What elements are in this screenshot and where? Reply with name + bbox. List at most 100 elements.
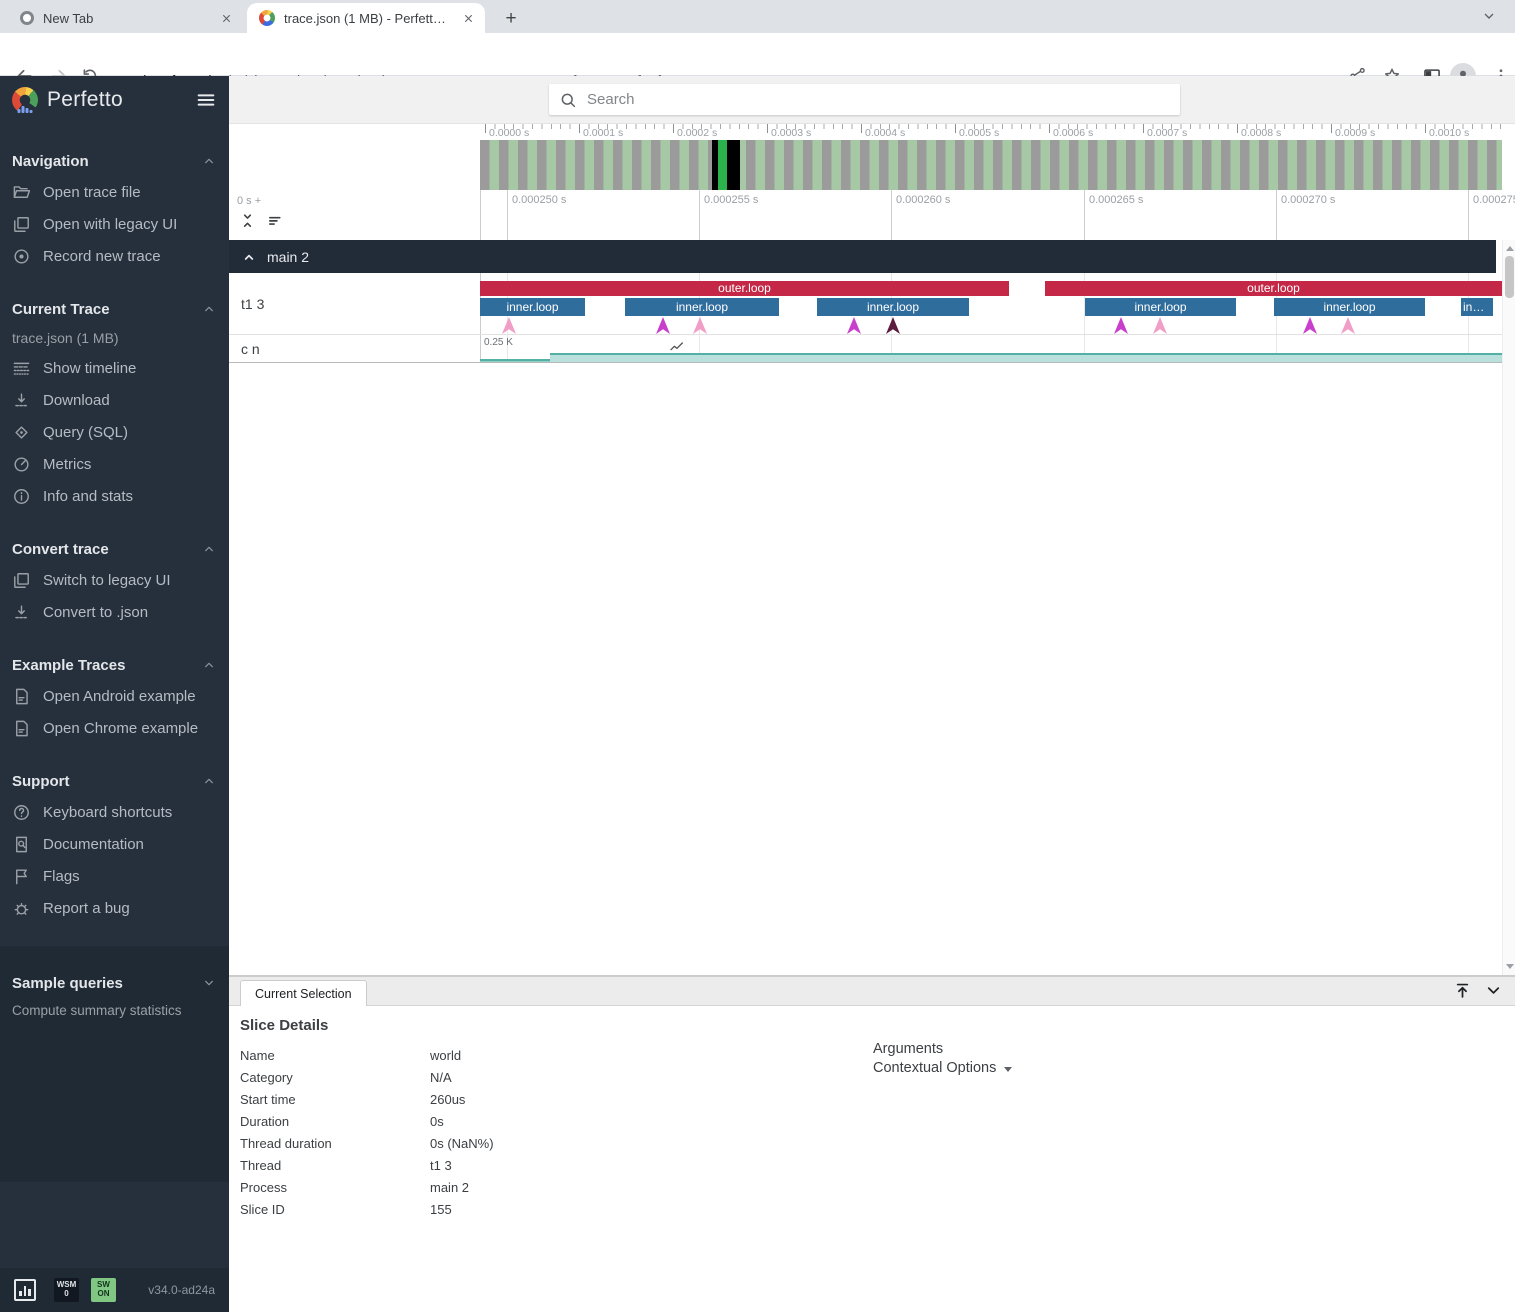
major-tick xyxy=(1143,124,1144,133)
major-tick xyxy=(579,124,580,133)
slice-inner-loop[interactable]: inner.loop xyxy=(1085,298,1236,316)
viewport-selection[interactable] xyxy=(712,140,740,190)
time-label: 0.0007 s xyxy=(1147,127,1187,139)
instant-marker-magenta[interactable] xyxy=(1114,317,1128,334)
sidebar-item-download[interactable]: Download xyxy=(0,384,229,416)
major-tick xyxy=(1237,124,1238,133)
sidebar-item-open-android-example[interactable]: Open Android example xyxy=(0,680,229,712)
scroll-up-icon[interactable] xyxy=(1506,246,1514,251)
sidebar-item-open-with-legacy-ui[interactable]: Open with legacy UI xyxy=(0,208,229,240)
instant-marker-dark[interactable] xyxy=(886,317,900,334)
time-label: 0.0003 s xyxy=(771,127,811,139)
tab-current-selection[interactable]: Current Selection xyxy=(240,980,367,1006)
sidebar-item-label: Report a bug xyxy=(43,900,130,917)
detail-value: 0s (NaN%) xyxy=(430,1136,494,1151)
tab-title: New Tab xyxy=(43,11,209,26)
sidebar-item-record-new-trace[interactable]: Record new trace xyxy=(0,240,229,272)
section-header-current-trace[interactable]: Current Trace xyxy=(0,294,229,324)
sidebar-section-navigation: Navigation Open trace fileOpen with lega… xyxy=(0,124,229,272)
sidebar-item-report-a-bug[interactable]: Report a bug xyxy=(0,892,229,924)
major-tick xyxy=(861,124,862,133)
tab-close-icon[interactable] xyxy=(217,9,235,27)
sidebar-item-open-chrome-example[interactable]: Open Chrome example xyxy=(0,712,229,744)
scrollbar-thumb[interactable] xyxy=(1505,256,1514,298)
tab-new-tab[interactable]: New Tab xyxy=(10,3,243,33)
viewport-tick xyxy=(507,190,508,240)
new-tab-button[interactable]: + xyxy=(498,6,524,32)
details-panel-header: Current Selection xyxy=(229,977,1515,1006)
instant-marker-pink[interactable] xyxy=(1341,317,1355,334)
sidebar-item-documentation[interactable]: Documentation xyxy=(0,828,229,860)
thread-track-label[interactable]: t1 3 xyxy=(241,296,264,312)
detail-row-slice-id: Slice ID 155 xyxy=(240,1198,494,1220)
major-tick xyxy=(767,124,768,133)
section-header-navigation[interactable]: Navigation xyxy=(0,146,229,176)
sidebar: Perfetto Navigation Open trace fileOpen … xyxy=(0,76,229,1312)
section-header-convert-trace[interactable]: Convert trace xyxy=(0,534,229,564)
tab-perfetto[interactable]: trace.json (1 MB) - Perfetto UI xyxy=(247,3,485,33)
sidebar-item-compute-summary-statistics[interactable]: Compute summary statistics xyxy=(0,998,229,1022)
sidebar-item-switch-to-legacy-ui[interactable]: Switch to legacy UI xyxy=(0,564,229,596)
slice-inner-loop[interactable]: inner.loop xyxy=(625,298,779,316)
tab-list-chevron-icon[interactable] xyxy=(1481,8,1497,24)
detail-row-start-time: Start time 260us xyxy=(240,1088,494,1110)
vertical-scrollbar[interactable] xyxy=(1502,240,1515,975)
scroll-down-icon[interactable] xyxy=(1506,964,1514,969)
expand-panel-icon[interactable] xyxy=(1453,981,1472,1000)
detail-row-thread-duration: Thread duration 0s (NaN%) xyxy=(240,1132,494,1154)
slice-outer-loop[interactable]: outer.loop xyxy=(1045,281,1502,296)
instant-marker-magenta[interactable] xyxy=(656,317,670,334)
counter-segment-high[interactable] xyxy=(550,353,1502,362)
viewport-tick xyxy=(699,190,700,240)
instant-marker-pink[interactable] xyxy=(693,317,707,334)
process-group-header-main2[interactable]: main 2 xyxy=(229,240,1496,273)
sidebar-item-label: Compute summary statistics xyxy=(12,1003,182,1018)
perfetto-ui-window: { "browser": { "tabs": [ {"title": "New … xyxy=(0,0,1515,1312)
track-area[interactable]: t1 3 c n outer.loop outer.loop inner.loop i… xyxy=(229,273,1502,363)
search-bar[interactable] xyxy=(549,84,1180,115)
viewport-time-label: 0.000250 s xyxy=(512,194,566,206)
sw-badge: SWON xyxy=(91,1278,116,1302)
chevron-up-icon xyxy=(201,773,217,789)
sidebar-item-query-sql[interactable]: Query (SQL) xyxy=(0,416,229,448)
slice-inner-loop[interactable]: inner.loop xyxy=(1461,298,1493,316)
instant-marker-magenta[interactable] xyxy=(847,317,861,334)
time-label: 0.0002 s xyxy=(677,127,717,139)
section-header-sample-queries[interactable]: Sample queries xyxy=(0,968,229,998)
time-ruler-overview: 0.0000 s 0.0001 s 0.0002 s 0.0003 s 0.00… xyxy=(480,124,1502,140)
menu-hamburger-icon[interactable] xyxy=(195,89,217,111)
counter-track-label[interactable]: c n xyxy=(241,341,260,357)
sidebar-item-keyboard-shortcuts[interactable]: Keyboard shortcuts xyxy=(0,796,229,828)
slice-inner-loop[interactable]: inner.loop xyxy=(1274,298,1425,316)
viewport-tick xyxy=(891,190,892,240)
trace-overview-minimap[interactable] xyxy=(480,140,1502,190)
instant-marker-pink[interactable] xyxy=(1153,317,1167,334)
collapse-panel-icon[interactable] xyxy=(1484,981,1503,1000)
sidebar-item-open-trace-file[interactable]: Open trace file xyxy=(0,176,229,208)
chevron-up-icon[interactable] xyxy=(241,249,257,265)
section-header-example-traces[interactable]: Example Traces xyxy=(0,650,229,680)
slice-outer-loop[interactable]: outer.loop xyxy=(480,281,1009,296)
sidebar-item-info-and-stats[interactable]: Info and stats xyxy=(0,480,229,512)
sidebar-item-flags[interactable]: Flags xyxy=(0,860,229,892)
counter-segment-low[interactable] xyxy=(480,359,550,362)
sidebar-item-metrics[interactable]: Metrics xyxy=(0,448,229,480)
tab-close-icon[interactable] xyxy=(459,9,477,27)
slice-inner-loop[interactable]: inner.loop xyxy=(480,298,585,316)
slice-inner-loop[interactable]: inner.loop xyxy=(817,298,969,316)
sidebar-item-show-timeline[interactable]: Show timeline xyxy=(0,352,229,384)
contextual-options-dropdown[interactable]: Contextual Options xyxy=(873,1060,1012,1076)
sidebar-item-convert-to-json[interactable]: Convert to .json xyxy=(0,596,229,628)
collapse-tracks-icon[interactable] xyxy=(239,212,256,229)
legacy-ui-icon xyxy=(12,215,31,234)
section-header-support[interactable]: Support xyxy=(0,766,229,796)
download-icon xyxy=(12,603,31,622)
sort-tracks-icon[interactable] xyxy=(266,212,285,229)
sidebar-topbar: Perfetto xyxy=(0,76,229,124)
chart-bar-icon[interactable] xyxy=(14,1279,36,1301)
search-input[interactable] xyxy=(587,91,1170,108)
time-origin-label: 0 s + xyxy=(237,195,261,207)
instant-marker-pink[interactable] xyxy=(502,317,516,334)
sidebar-item-label: Documentation xyxy=(43,836,144,853)
instant-marker-magenta[interactable] xyxy=(1303,317,1317,334)
